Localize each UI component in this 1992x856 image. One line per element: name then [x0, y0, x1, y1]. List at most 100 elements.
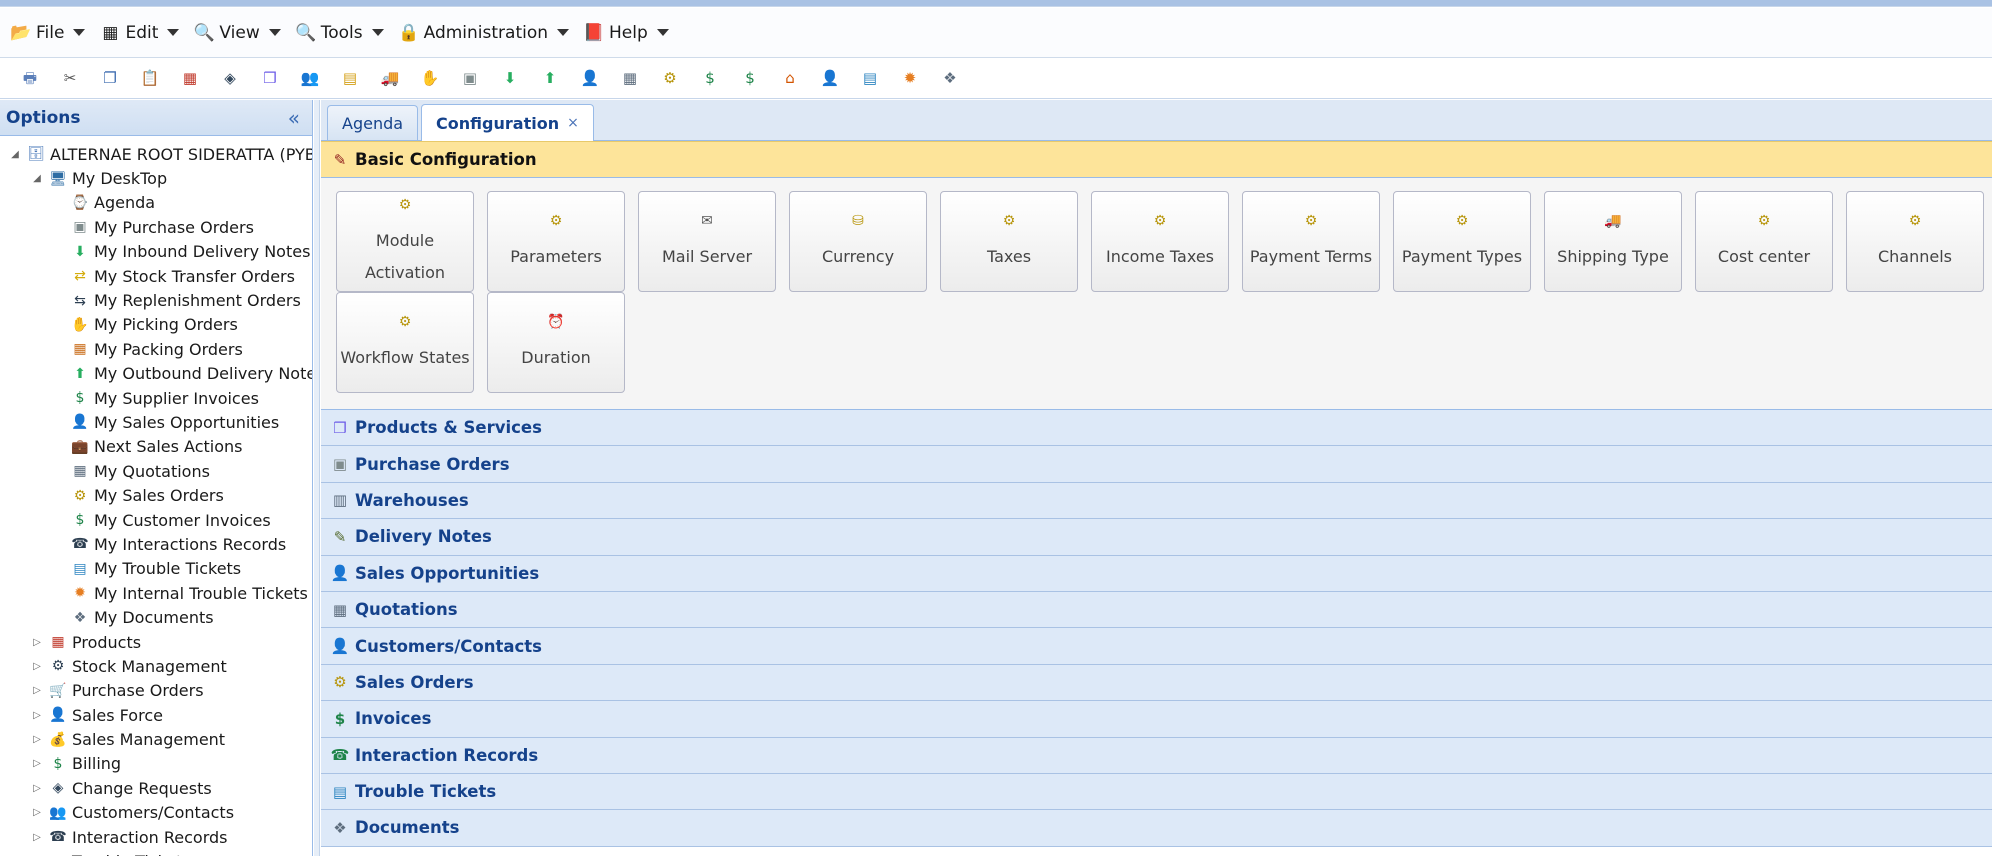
tree-item-my-sales-opportunities[interactable]: 👤 My Sales Opportunities	[0, 410, 312, 434]
tab-agenda[interactable]: Agenda	[327, 105, 419, 140]
tree-item-my-picking-orders[interactable]: ✋ My Picking Orders	[0, 313, 312, 337]
collapse-arrow-icon[interactable]: ◢	[30, 172, 44, 186]
tree-item-agenda[interactable]: ⌚ Agenda	[0, 191, 312, 215]
section-customers-contacts-header[interactable]: 👤 Customers/Contacts	[321, 628, 1992, 665]
calculator-button[interactable]: ▦	[612, 62, 648, 94]
tree-item-next-sales-actions[interactable]: 💼 Next Sales Actions	[0, 435, 312, 459]
payment-types-button[interactable]: ⚙ Payment Types	[1393, 191, 1531, 292]
cost-center-button[interactable]: ⚙ Cost center	[1695, 191, 1833, 292]
workflow-states-button[interactable]: ⚙ Workflow States	[336, 292, 474, 393]
sales-order-button[interactable]: ⚙	[652, 62, 688, 94]
tree-item-my-quotations[interactable]: ▦ My Quotations	[0, 459, 312, 483]
expand-arrow-icon[interactable]: ▷	[30, 635, 44, 649]
collapse-arrow-icon[interactable]: ◢	[8, 147, 22, 161]
tree-item-products[interactable]: ▷ ▦ Products	[0, 630, 312, 654]
calendar-button[interactable]: ▦	[172, 62, 208, 94]
menu-help[interactable]: 📕 Help	[581, 16, 677, 50]
expand-arrow-icon[interactable]: ▷	[30, 708, 44, 722]
section-products-services-header[interactable]: ❒ Products & Services	[321, 410, 1992, 447]
ticket-button[interactable]: ▤	[852, 62, 888, 94]
tree-item-my-stock-transfer-orders[interactable]: ⇄ My Stock Transfer Orders	[0, 264, 312, 288]
tree-item-sales-management[interactable]: ▷ 💰 Sales Management	[0, 727, 312, 751]
tree-item-my-interactions-records[interactable]: ☎ My Interactions Records	[0, 532, 312, 556]
tree-item-alternae-root-sideratta-pyb[interactable]: ◢ 🗄 ALTERNAE ROOT SIDERATTA (PYB)	[0, 142, 312, 166]
product-box-button[interactable]: ❒	[252, 62, 288, 94]
users-group-button[interactable]: 👥	[292, 62, 328, 94]
tree-item-billing[interactable]: ▷ $ Billing	[0, 752, 312, 776]
section-quotations-header[interactable]: ▦ Quotations	[321, 591, 1992, 629]
section-trouble-tickets-header[interactable]: ▤ Trouble Tickets	[321, 773, 1992, 811]
module-activation-button[interactable]: ⚙ Module Activation	[336, 191, 474, 292]
tree-item-my-purchase-orders[interactable]: ▣ My Purchase Orders	[0, 215, 312, 239]
print-button[interactable]: 🖶	[12, 62, 48, 94]
purchase-order-button[interactable]: ▣	[452, 62, 488, 94]
expand-arrow-icon[interactable]: ▷	[30, 757, 44, 771]
tree-item-customers-contacts[interactable]: ▷ 👥 Customers/Contacts	[0, 801, 312, 825]
paste-button[interactable]: 📋	[132, 62, 168, 94]
menu-administration[interactable]: 🔒 Administration	[396, 16, 577, 50]
menu-edit[interactable]: ▦ Edit	[97, 16, 187, 50]
basic-configuration-header[interactable]: ✎ Basic Configuration	[321, 141, 1992, 178]
expand-arrow-icon[interactable]: ▷	[30, 806, 44, 820]
section-invoices-header[interactable]: $ Invoices	[321, 701, 1992, 738]
documents-button[interactable]: ❖	[932, 62, 968, 94]
customer-invoice-button[interactable]: $	[732, 62, 768, 94]
parameters-button[interactable]: ⚙ Parameters	[487, 191, 625, 292]
panel-splitter[interactable]	[314, 100, 320, 856]
hand-box-button[interactable]: ✋	[412, 62, 448, 94]
tree-item-interaction-records[interactable]: ▷ ☎ Interaction Records	[0, 825, 312, 849]
cut-button[interactable]: ✂	[52, 62, 88, 94]
tree-item-my-internal-trouble-tickets[interactable]: ✹ My Internal Trouble Tickets	[0, 581, 312, 605]
copy-button[interactable]: ❐	[92, 62, 128, 94]
invoice-button[interactable]: $	[692, 62, 728, 94]
channels-button[interactable]: ⚙ Channels	[1846, 191, 1984, 292]
section-interaction-records-header[interactable]: ☎ Interaction Records	[321, 737, 1992, 774]
menu-view[interactable]: 🔍 View	[191, 16, 288, 50]
tree-item-purchase-orders[interactable]: ▷ 🛒 Purchase Orders	[0, 679, 312, 703]
taxes-button[interactable]: ⚙ Taxes	[940, 191, 1078, 292]
currency-button[interactable]: ⛁ Currency	[789, 191, 927, 292]
menu-tools[interactable]: 🔍 Tools	[293, 16, 392, 50]
section-sales-orders-header[interactable]: ⚙ Sales Orders	[321, 664, 1992, 702]
stack-button[interactable]: ◈	[212, 62, 248, 94]
tree-item-my-trouble-tickets[interactable]: ▤ My Trouble Tickets	[0, 557, 312, 581]
tree-item-sales-force[interactable]: ▷ 👤 Sales Force	[0, 703, 312, 727]
mail-server-button[interactable]: ✉ Mail Server	[638, 191, 776, 292]
contact-person-button[interactable]: 👤	[812, 62, 848, 94]
expand-arrow-icon[interactable]: ▷	[30, 830, 44, 844]
inbound-button[interactable]: ⬇	[492, 62, 528, 94]
warehouse-house-button[interactable]: ⌂	[772, 62, 808, 94]
tree-item-my-documents[interactable]: ❖ My Documents	[0, 605, 312, 629]
expand-arrow-icon[interactable]: ▷	[30, 781, 44, 795]
notes-button[interactable]: ▤	[332, 62, 368, 94]
expand-arrow-icon[interactable]: ▷	[30, 659, 44, 673]
tree-item-my-desktop[interactable]: ◢ 🖥 My DeskTop	[0, 166, 312, 190]
tree-item-my-sales-orders[interactable]: ⚙ My Sales Orders	[0, 483, 312, 507]
collapse-panel-icon[interactable]: «	[284, 106, 304, 130]
income-taxes-button[interactable]: ⚙ Income Taxes	[1091, 191, 1229, 292]
tree-item-my-packing-orders[interactable]: ▦ My Packing Orders	[0, 337, 312, 361]
tree-item-trouble-tickets[interactable]: ▷▤Trouble Tickets	[0, 849, 312, 856]
expand-arrow-icon[interactable]: ▷	[30, 733, 44, 747]
expand-arrow-icon[interactable]: ▷	[30, 684, 44, 698]
section-sales-opportunities-header[interactable]: 👤 Sales Opportunities	[321, 555, 1992, 592]
tree-item-my-outbound-delivery-notes[interactable]: ⬆ My Outbound Delivery Notes	[0, 362, 312, 386]
tree-item-my-inbound-delivery-notes[interactable]: ⬇ My Inbound Delivery Notes	[0, 240, 312, 264]
truck-button[interactable]: 🚚	[372, 62, 408, 94]
tree-item-change-requests[interactable]: ▷ ◈ Change Requests	[0, 776, 312, 800]
tree-item-my-customer-invoices[interactable]: $ My Customer Invoices	[0, 508, 312, 532]
payment-terms-button[interactable]: ⚙ Payment Terms	[1242, 191, 1380, 292]
outbound-button[interactable]: ⬆	[532, 62, 568, 94]
sales-person-button[interactable]: 👤	[572, 62, 608, 94]
bug-button[interactable]: ✹	[892, 62, 928, 94]
tree-item-my-supplier-invoices[interactable]: $ My Supplier Invoices	[0, 386, 312, 410]
menu-file[interactable]: 📂 File	[8, 16, 93, 50]
tree-item-stock-management[interactable]: ▷ ⚙ Stock Management	[0, 654, 312, 678]
section-warehouses-header[interactable]: ▥ Warehouses	[321, 482, 1992, 520]
shipping-type-button[interactable]: 🚚 Shipping Type	[1544, 191, 1682, 292]
tab-configuration[interactable]: Configuration ×	[421, 104, 594, 141]
section-purchase-orders-header[interactable]: ▣ Purchase Orders	[321, 446, 1992, 483]
close-icon[interactable]: ×	[567, 115, 579, 131]
duration-button[interactable]: ⏰ Duration	[487, 292, 625, 393]
tree-item-my-replenishment-orders[interactable]: ⇆ My Replenishment Orders	[0, 288, 312, 312]
